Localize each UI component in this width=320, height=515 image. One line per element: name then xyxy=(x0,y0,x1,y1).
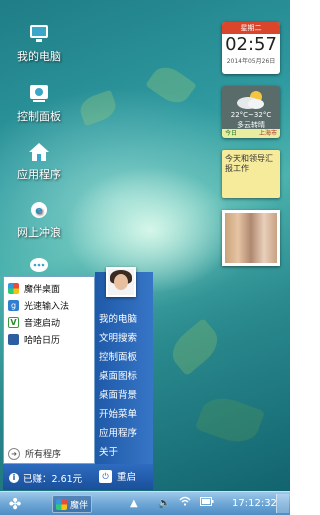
start-link-desktop-icons[interactable]: 桌面图标 xyxy=(95,367,137,386)
all-programs-label: 所有程序 xyxy=(25,450,62,460)
svg-text:e: e xyxy=(35,204,42,217)
balance-label: 已赚：2.61元 xyxy=(23,474,83,485)
wallpaper-leaf xyxy=(164,317,226,377)
weather-temperature: 22°C~32°C xyxy=(230,111,272,119)
weather-footer: 今日 上海市 xyxy=(222,129,280,138)
start-menu-app-mobo[interactable]: 魔伴桌面 xyxy=(4,280,94,297)
clover-icon: ✤ xyxy=(8,495,22,513)
desktop-icon-browser[interactable]: e 网上冲浪 xyxy=(9,200,69,240)
wallpaper-leaf xyxy=(145,60,197,110)
app-label: 音速启动 xyxy=(24,319,61,329)
wallpaper-leaf xyxy=(194,390,266,450)
photo-image xyxy=(225,213,277,263)
browser-icon: e xyxy=(28,200,50,220)
app-label: 魔伴桌面 xyxy=(24,285,61,295)
wifi-waves xyxy=(179,496,191,506)
show-desktop-button[interactable] xyxy=(276,494,289,513)
start-link-my-computer[interactable]: 我的电脑 xyxy=(95,310,137,329)
battery-icon[interactable] xyxy=(200,495,214,513)
desktop-icon-label: 我的电脑 xyxy=(17,50,61,63)
start-menu-app-input-method[interactable]: g 光速输入法 xyxy=(4,297,94,314)
earnings-balance[interactable]: i 已赚：2.61元 xyxy=(9,471,82,485)
start-link-applications[interactable]: 应用程序 xyxy=(95,424,137,443)
start-link-search[interactable]: 文明搜索 xyxy=(95,329,137,348)
sticky-note-widget[interactable]: 今天和领导汇报工作 xyxy=(222,150,280,198)
mobo-icon xyxy=(56,498,67,510)
taskbar: ✤ 魔伴 ▲ 🔈 17:12:32 xyxy=(0,491,290,515)
desktop-icon-applications[interactable]: 应用程序 xyxy=(9,142,69,182)
calendar-clock-widget[interactable]: 星期二 02:57 2014年05月26日 xyxy=(222,22,280,74)
calendar-date: 2014年05月26日 xyxy=(226,58,276,65)
app-label: 哈哈日历 xyxy=(24,336,61,346)
taskbar-app-label: 魔伴 xyxy=(70,500,89,511)
weather-today: 今日 xyxy=(225,130,238,137)
restart-label: 重启 xyxy=(117,472,137,483)
note-text: 今天和领导汇报工作 xyxy=(225,154,273,173)
desktop-icon-control-panel[interactable]: 控制面板 xyxy=(9,84,69,124)
volume-icon[interactable]: 🔈 xyxy=(158,495,170,513)
photo-widget[interactable] xyxy=(222,210,280,266)
start-link-control-panel[interactable]: 控制面板 xyxy=(95,348,137,367)
desktop-icon-label: 控制面板 xyxy=(17,110,61,123)
calendar-weekday: 星期二 xyxy=(222,22,280,34)
power-icon: ⏻ xyxy=(99,469,112,483)
start-button[interactable]: ✤ xyxy=(6,495,24,513)
all-programs-button[interactable]: ➜ 所有程序 xyxy=(8,447,61,460)
calendar-icon xyxy=(8,334,19,345)
avatar[interactable] xyxy=(106,267,136,297)
info-icon: i xyxy=(9,473,19,483)
restart-button[interactable]: ⏻ 重启 xyxy=(99,469,136,483)
start-menu-app-list: 魔伴桌面 g 光速输入法 V 音速启动 哈哈日历 ➜ 所有程序 xyxy=(3,276,95,464)
start-link-desktop-background[interactable]: 桌面背景 xyxy=(95,386,137,405)
mobo-icon xyxy=(8,283,19,294)
desktop-icon-my-computer[interactable]: 我的电脑 xyxy=(9,24,69,64)
calendar-time: 02:57 xyxy=(225,34,277,55)
battery-shape xyxy=(200,497,214,506)
control-panel-icon xyxy=(28,84,50,104)
computer-icon xyxy=(28,24,50,44)
start-menu-app-vstart[interactable]: V 音速启动 xyxy=(4,314,94,331)
cloud-sun-icon xyxy=(237,91,264,109)
start-menu: 魔伴桌面 g 光速输入法 V 音速启动 哈哈日历 ➜ 所有程序 我的电脑 文明搜… xyxy=(3,267,153,490)
desktop-icon-label: 应用程序 xyxy=(17,168,61,181)
desktop-icon-label: 网上冲浪 xyxy=(17,226,61,239)
app-label: 光速输入法 xyxy=(24,302,70,312)
home-icon xyxy=(28,142,50,162)
start-menu-app-calendar[interactable]: 哈哈日历 xyxy=(4,331,94,348)
weather-city: 上海市 xyxy=(258,130,277,137)
taskbar-app-mobo[interactable]: 魔伴 xyxy=(52,495,92,513)
start-link-about[interactable]: 关于 xyxy=(95,443,137,462)
taskbar-clock[interactable]: 17:12:32 xyxy=(232,495,277,513)
tray-expand-icon[interactable]: ▲ xyxy=(130,495,138,513)
start-menu-links-panel: 我的电脑 文明搜索 控制面板 桌面图标 桌面背景 开始菜单 应用程序 关于 xyxy=(95,272,153,464)
input-method-icon: g xyxy=(8,300,19,311)
wallpaper-leaf xyxy=(76,89,120,127)
arrow-right-icon: ➜ xyxy=(8,447,20,460)
start-link-start-menu[interactable]: 开始菜单 xyxy=(95,405,137,424)
wifi-icon[interactable] xyxy=(179,495,191,513)
vstart-icon: V xyxy=(8,317,19,328)
avatar-face xyxy=(114,274,128,290)
weather-widget[interactable]: 22°C~32°C 多云转晴 今日 上海市 xyxy=(222,86,280,138)
start-menu-footer: i 已赚：2.61元 ⏻ 重启 xyxy=(3,464,153,490)
